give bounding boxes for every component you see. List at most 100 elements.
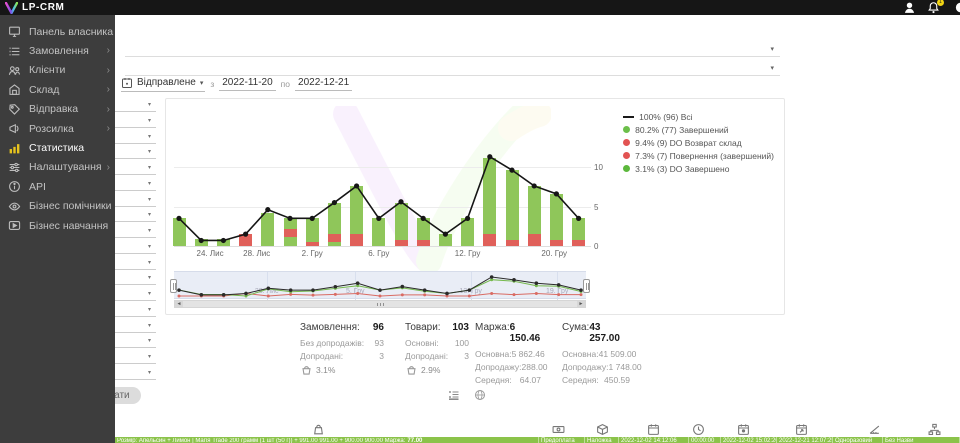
bar-segment-completed[interactable] — [372, 218, 385, 246]
bar-segment-completed[interactable] — [550, 194, 563, 240]
bar-segment-completed[interactable] — [461, 218, 474, 246]
shipping-icon — [8, 103, 21, 116]
sidebar-item-label: Відправка — [29, 103, 78, 115]
legend-entry[interactable]: 9.4% (9) DO Возврат склад — [623, 136, 774, 149]
bar-segment-completed[interactable] — [173, 218, 186, 246]
bar-segment-returned[interactable] — [483, 234, 496, 246]
stat-title-label: Товари: — [405, 322, 441, 333]
stat-row-label: Основні: — [405, 337, 439, 350]
bar-segment-returned[interactable] — [417, 240, 430, 246]
bar-segment-returned[interactable] — [239, 234, 252, 246]
calendar-icon[interactable] — [647, 423, 660, 436]
chevron-down-icon: ▾ — [148, 369, 151, 376]
sidebar-item-6[interactable]: Статистика — [0, 138, 115, 157]
x-axis-tick: 2. Гру — [302, 249, 323, 258]
list-view-icon[interactable] — [448, 389, 460, 401]
scroll-right-icon[interactable]: ► — [577, 301, 585, 307]
chevron-down-icon: ▾ — [148, 164, 151, 171]
legend-entry[interactable]: 80.2% (77) Завершений — [623, 123, 774, 136]
sidebar-item-9[interactable]: Бізнес помічники — [0, 197, 115, 216]
bar-segment-returned[interactable] — [350, 234, 363, 246]
sidebar-item-8[interactable]: API — [0, 177, 115, 196]
user-icon[interactable] — [903, 1, 916, 14]
bar-segment-completed[interactable] — [483, 158, 496, 235]
date-to-input[interactable]: 2022-12-21 — [295, 77, 352, 91]
chevron-down-icon: ▾ — [148, 353, 151, 360]
bar-segment-completed[interactable] — [328, 242, 341, 246]
legend-entry[interactable]: 3.1% (3) DO Завершено — [623, 162, 774, 175]
bag-icon[interactable] — [312, 423, 325, 436]
chart-scrollbar[interactable]: ◄ ► — [174, 300, 586, 308]
clock-icon[interactable] — [692, 423, 705, 436]
calendar-check-icon[interactable] — [737, 423, 750, 436]
bar-segment-returned[interactable] — [306, 242, 319, 246]
status-select-value: Відправлене — [137, 77, 196, 88]
bar-segment-completed[interactable] — [439, 234, 452, 246]
sidebar-item-10[interactable]: Бізнес навчання — [0, 216, 115, 235]
stat-row-value: 93 — [375, 337, 384, 350]
sidebar-item-1[interactable]: Замовлення› — [0, 41, 115, 60]
legend-dot-marker — [623, 139, 630, 146]
sidebar-item-0[interactable]: Панель власника — [0, 22, 115, 41]
sidebar-item-5[interactable]: Розсилка› — [0, 119, 115, 138]
bar-segment-returned[interactable] — [395, 240, 408, 246]
chevron-down-icon: ▾ — [148, 148, 151, 155]
chart-range-navigator[interactable]: 28. Лис5. Гру13. Гру19. Гру — [174, 271, 586, 299]
navigator-left-handle[interactable] — [170, 279, 177, 293]
bar-segment-completed[interactable] — [506, 170, 519, 240]
bar-segment-completed[interactable] — [328, 203, 341, 235]
settings-icon — [8, 161, 21, 174]
bar-segment-returned[interactable] — [284, 229, 297, 237]
scroll-left-icon[interactable]: ◄ — [175, 301, 183, 307]
bar-segment-returned[interactable] — [528, 234, 541, 246]
sidebar-item-3[interactable]: Склад› — [0, 80, 115, 99]
calendar-icon — [121, 77, 133, 89]
globe-view-icon[interactable] — [474, 389, 486, 401]
sidebar-item-4[interactable]: Відправка› — [0, 100, 115, 119]
navigator-right-handle[interactable] — [583, 279, 590, 293]
legend-entry[interactable]: 100% (96) Всі — [623, 110, 774, 123]
calendar-arrow-icon[interactable] — [795, 423, 808, 436]
report-select-1[interactable]: ▾ — [125, 42, 780, 57]
sitemap-icon[interactable] — [928, 423, 941, 436]
statistics-chart-card: 100% (96) Всі 80.2% (77) Завершений9.4% (… — [165, 98, 785, 315]
partial-circle-icon[interactable] — [951, 1, 960, 14]
stats-icon — [8, 142, 21, 155]
package-icon[interactable] — [596, 423, 609, 436]
table-row[interactable]: Розмір: Апельсин + Лимон | Магія Trade 2… — [115, 437, 960, 443]
bar-segment-completed[interactable] — [217, 239, 230, 246]
line-point[interactable] — [265, 207, 270, 212]
x-axis-tick: 24. Лис — [197, 249, 224, 258]
bar-segment-completed[interactable] — [284, 218, 297, 228]
ruler-icon[interactable] — [868, 423, 881, 436]
bar-segment-returned[interactable] — [506, 240, 519, 246]
scrollbar-grip[interactable] — [377, 303, 384, 306]
bar-segment-returned[interactable] — [550, 240, 563, 246]
chevron-right-icon: › — [107, 65, 110, 76]
bar-segment-completed[interactable] — [395, 203, 408, 241]
stat-row-label: Основна: — [475, 348, 512, 361]
bar-segment-completed[interactable] — [572, 218, 585, 239]
bar-segment-completed[interactable] — [261, 213, 274, 246]
banknote-icon[interactable] — [552, 423, 565, 436]
bar-segment-completed[interactable] — [306, 218, 319, 242]
legend-entry[interactable]: 7.3% (7) Повернення (завершений) — [623, 149, 774, 162]
sidebar-item-label: Клієнти — [29, 64, 65, 76]
bar-segment-completed[interactable] — [528, 186, 541, 234]
lp-crm-logo[interactable]: LP-CRM — [5, 0, 64, 15]
bar-segment-completed[interactable] — [350, 186, 363, 234]
report-select-2[interactable]: ▾ — [125, 61, 780, 76]
x-axis-tick: 20. Гру — [541, 249, 567, 258]
date-from-input[interactable]: 2022-11-20 — [219, 77, 275, 91]
bar-segment-completed[interactable] — [195, 239, 208, 246]
legend-label: 80.2% (77) Завершений — [635, 125, 728, 135]
bell-icon[interactable]: 1 — [927, 1, 940, 14]
bar-segment-completed[interactable] — [417, 218, 430, 240]
bar-segment-returned[interactable] — [572, 240, 585, 246]
bar-segment-returned[interactable] — [328, 234, 341, 242]
sidebar-item-2[interactable]: Клієнти › — [0, 61, 115, 80]
sidebar-item-7[interactable]: Налаштування› — [0, 158, 115, 177]
bar-segment-completed[interactable] — [284, 237, 297, 246]
stat-row-value: 5 862.46 — [512, 348, 545, 361]
status-select[interactable]: Відправлене ▾ — [121, 77, 205, 92]
